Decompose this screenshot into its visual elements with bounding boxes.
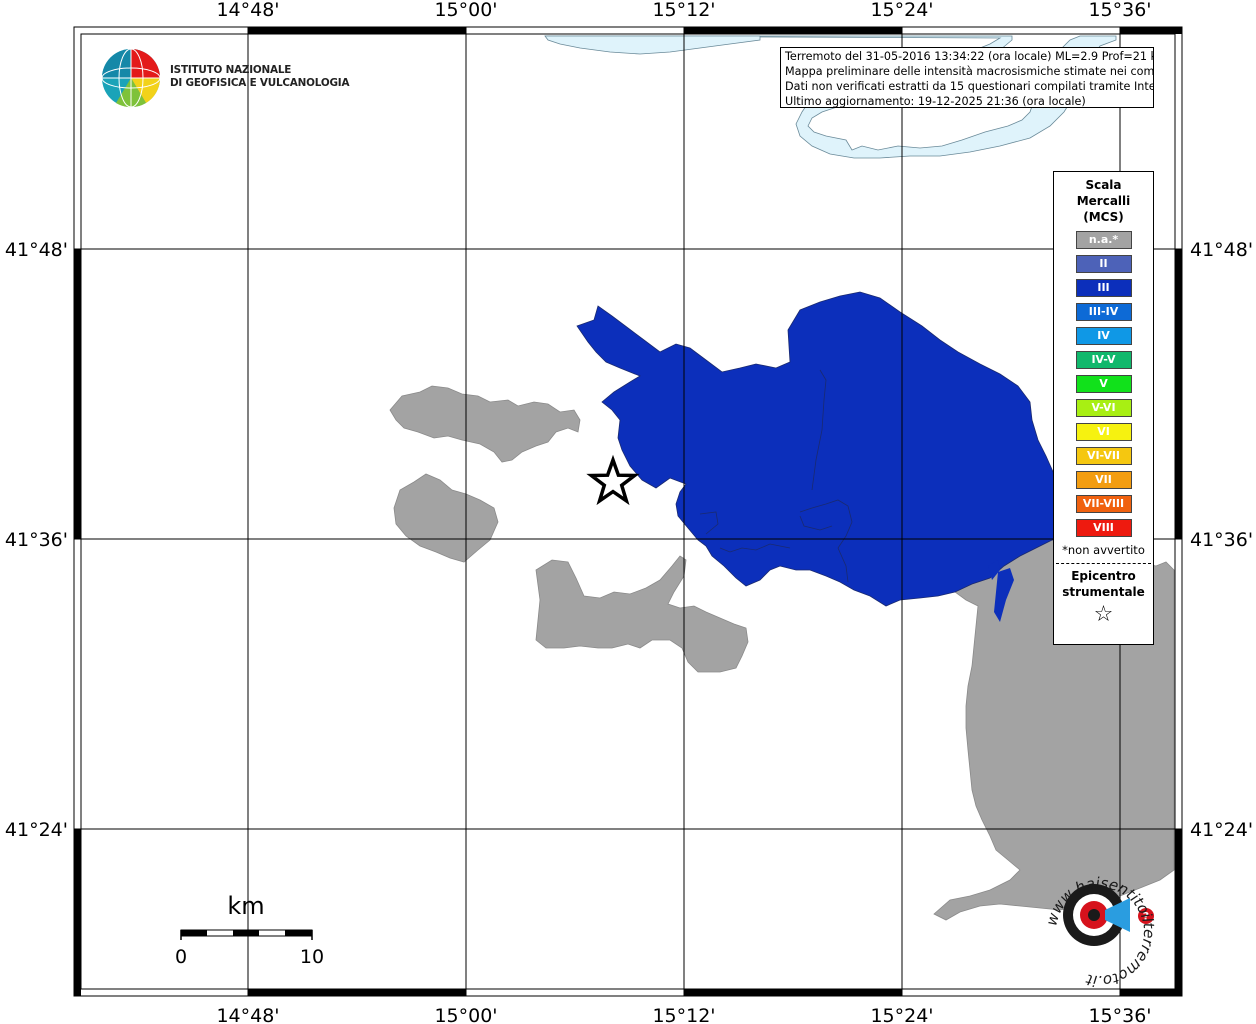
lat-label: 41°36' [1190,529,1253,551]
legend-item: III [1075,279,1132,297]
lon-labels-top: 14°48' 15°00' 15°12' 15°24' 15°36' [216,0,1151,21]
lat-labels-right: 41°48' 41°36' 41°24' [1190,239,1253,841]
lat-label: 41°24' [5,819,68,841]
legend-epicenter-label: Epicentro strumentale [1054,568,1153,600]
lat-label: 41°48' [5,239,68,261]
ingv-line1: ISTITUTO NAZIONALE [170,64,292,76]
scale-min-label: 0 [175,946,187,968]
legend-star-icon: ☆ [1093,602,1114,627]
legend-item: VII [1075,471,1132,489]
legend-item: VI [1075,423,1132,441]
lat-label: 41°24' [1190,819,1253,841]
scale-max-label: 10 [300,946,324,968]
lon-labels-bottom: 14°48' 15°00' 15°12' 15°24' 15°36' [216,1005,1151,1024]
info-line-data: Dati non verificati estratti da 15 quest… [785,80,1154,93]
legend-divider [1056,563,1151,564]
ingv-logo-text: ISTITUTO NAZIONALE DI GEOFISICA E VULCAN… [170,64,350,90]
lon-label: 15°24' [870,0,933,21]
info-line-update: Ultimo aggiornamento: 19-12-2025 21:36 (… [785,95,1086,108]
info-line-map: Mappa preliminare delle intensità macros… [785,65,1154,78]
legend-item: VI-VII [1075,447,1132,465]
legend-item: V-VI [1075,399,1132,417]
mcs-legend: Scala Mercalli (MCS) n.a.* II III III-IV IV I… [1053,171,1154,645]
ingv-logo-icon [101,48,161,108]
legend-item: II [1075,255,1132,273]
legend-title-line: Mercalli [1076,194,1131,208]
lon-label: 14°48' [216,0,279,21]
lon-label: 14°48' [216,1005,279,1024]
legend-item: V [1075,375,1132,393]
legend-item: IV-V [1075,351,1132,369]
legend-title-line: (MCS) [1083,210,1124,224]
legend-epicenter-line: Epicentro [1071,569,1136,583]
lon-label: 15°00' [434,1005,497,1024]
lat-label: 41°48' [1190,239,1253,261]
legend-item: IV [1075,327,1132,345]
legend-item: III-IV [1075,303,1132,321]
info-line-event: Terremoto del 31-05-2016 13:34:22 (ora l… [785,50,1154,63]
lon-label: 15°12' [652,0,715,21]
legend-note: *non avvertito [1062,543,1145,557]
lon-label: 15°36' [1088,0,1151,21]
legend-epicenter-line: strumentale [1062,585,1145,599]
legend-item: n.a.* [1075,231,1132,249]
ingv-line2: DI GEOFISICA E VULCANOLOGIA [170,77,350,89]
earthquake-info-box: Terremoto del 31-05-2016 13:34:22 (ora l… [780,47,1154,108]
lat-label: 41°36' [5,529,68,551]
lon-label: 15°00' [434,0,497,21]
legend-title-line: Scala [1085,178,1122,192]
lon-label: 15°12' [652,1005,715,1024]
legend-title: Scala Mercalli (MCS) [1054,177,1153,225]
lon-label: 15°36' [1088,1005,1151,1024]
lon-label: 15°24' [870,1005,933,1024]
legend-item: VIII [1075,519,1132,537]
legend-item: VII-VIII [1075,495,1132,513]
legend-items: n.a.* II III III-IV IV IV-V V V-VI VI VI-VII VII VI… [1054,231,1153,537]
scale-unit: km [227,892,264,920]
lat-labels-left: 41°48' 41°36' 41°24' [5,239,68,841]
